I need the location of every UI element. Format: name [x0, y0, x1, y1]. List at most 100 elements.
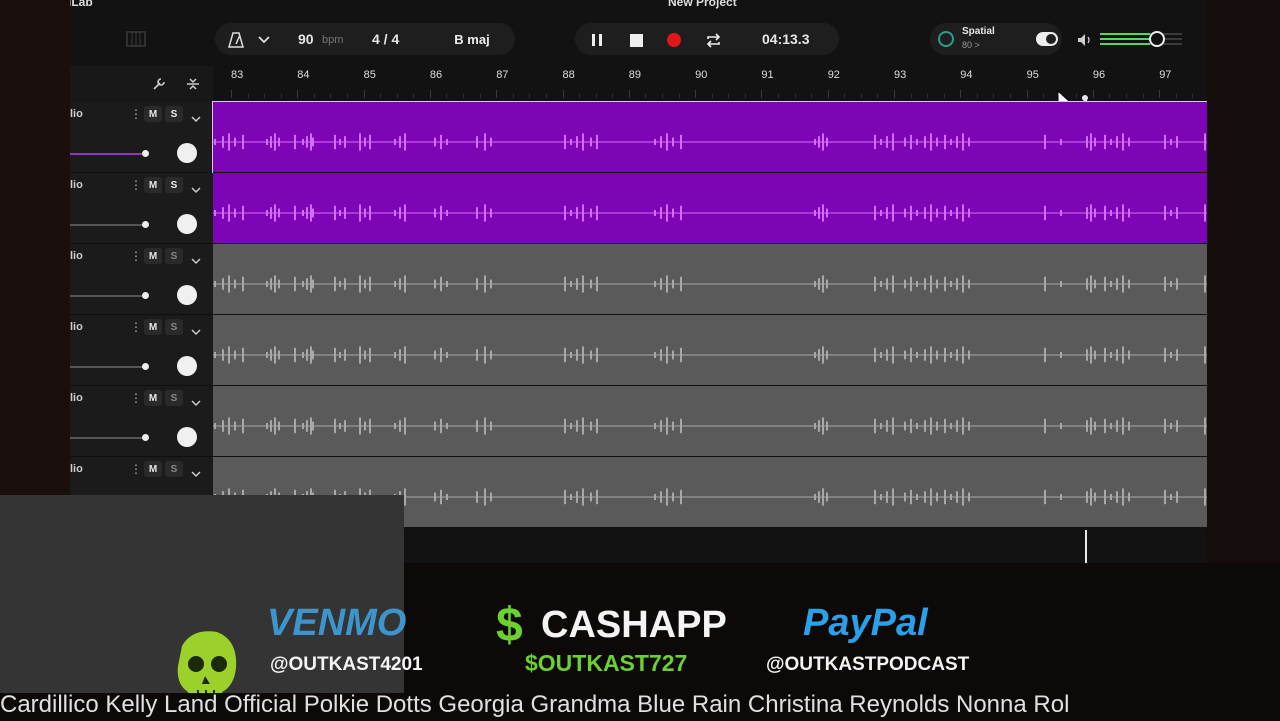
bar-number: 97 — [1159, 69, 1172, 81]
ticker-text: Cardillico Kelly Land Official Polkie Do… — [0, 693, 1070, 718]
mute-button[interactable]: M — [144, 248, 162, 264]
chevron-down-icon[interactable] — [191, 465, 201, 483]
ruler-tick — [794, 94, 796, 98]
time-signature[interactable]: 4 / 4 — [372, 31, 399, 47]
track-name[interactable]: lio — [70, 392, 83, 404]
track-menu-icon[interactable]: ⋮ — [130, 178, 142, 192]
volume-fader[interactable] — [70, 224, 148, 226]
chevron-down-icon[interactable] — [191, 323, 201, 341]
track-name[interactable]: lio — [70, 179, 83, 191]
solo-button[interactable]: S — [165, 106, 183, 122]
playhead-marker[interactable] — [1082, 95, 1088, 101]
ruler-tick — [827, 90, 829, 98]
piano-icon[interactable] — [122, 25, 150, 53]
track-header[interactable]: lio ⋮ M S — [70, 315, 213, 386]
track-header[interactable]: lio ⋮ M S — [70, 244, 213, 315]
collapse-tracks-icon[interactable] — [184, 75, 202, 93]
solo-button[interactable]: S — [165, 248, 183, 264]
mute-button[interactable]: M — [144, 177, 162, 193]
spatial-value: 80 > — [962, 40, 980, 50]
track-menu-icon[interactable]: ⋮ — [130, 391, 142, 405]
loop-icon[interactable] — [702, 29, 724, 51]
ruler-tick — [231, 90, 232, 98]
cashapp-title: CASHAPP — [541, 604, 727, 646]
fader-handle[interactable] — [142, 150, 149, 157]
mute-button[interactable]: M — [144, 461, 162, 477]
key-selector[interactable]: B maj — [429, 23, 515, 55]
mute-button[interactable]: M — [144, 106, 162, 122]
volume-fader[interactable] — [70, 437, 148, 439]
solo-button[interactable]: S — [165, 390, 183, 406]
bar-number: 86 — [429, 69, 443, 81]
pan-knob[interactable] — [177, 427, 197, 447]
mute-button[interactable]: M — [144, 319, 162, 335]
ruler-tick — [297, 90, 299, 98]
ruler-tick — [463, 94, 465, 98]
fader-handle[interactable] — [142, 221, 149, 228]
speaker-icon[interactable] — [1076, 31, 1094, 49]
daw-window: dLab New Project 90 bpm 4 / 4 B maj 04:1… — [70, 0, 1207, 563]
solo-button[interactable]: S — [165, 319, 183, 335]
ruler-tick — [363, 90, 365, 98]
track-header[interactable]: lio ⋮ M S — [70, 386, 213, 457]
stop-button[interactable] — [625, 29, 647, 51]
track-menu-icon[interactable]: ⋮ — [130, 462, 142, 476]
ruler-tick — [579, 94, 581, 98]
wrench-icon[interactable] — [150, 75, 168, 93]
track-name[interactable]: lio — [70, 250, 83, 262]
track-name[interactable]: lio — [70, 108, 83, 120]
ruler-tick — [380, 94, 382, 98]
record-button[interactable] — [663, 29, 685, 51]
audio-clip[interactable] — [213, 173, 1207, 246]
ruler-tick — [496, 90, 498, 98]
metronome-icon[interactable] — [225, 29, 247, 51]
ruler-tick — [280, 94, 282, 98]
audio-clip[interactable] — [213, 244, 1207, 317]
ruler-tick — [313, 94, 315, 98]
volume-fader[interactable] — [70, 153, 148, 155]
track-menu-icon[interactable]: ⋮ — [130, 249, 142, 263]
bar-number: 85 — [363, 69, 376, 81]
project-title: New Project — [668, 0, 737, 9]
fader-handle[interactable] — [142, 434, 149, 441]
chevron-down-icon[interactable] — [191, 394, 201, 412]
volume-fader[interactable] — [70, 366, 148, 368]
tempo-value[interactable]: 90 — [298, 31, 314, 47]
fader-handle[interactable] — [142, 292, 149, 299]
ruler-tick — [562, 90, 564, 98]
track-header[interactable]: lio ⋮ M S — [70, 102, 213, 173]
chevron-down-icon[interactable] — [191, 181, 201, 199]
track-menu-icon[interactable]: ⋮ — [130, 107, 142, 121]
bar-number: 87 — [496, 69, 509, 81]
audio-clip[interactable] — [213, 315, 1207, 388]
ruler-tick — [247, 94, 249, 98]
ruler-tick — [1043, 94, 1045, 98]
volume-slider-handle[interactable] — [1149, 31, 1165, 47]
mute-button[interactable]: M — [144, 390, 162, 406]
pan-knob[interactable] — [177, 143, 197, 163]
bar-number: 88 — [562, 69, 575, 81]
track-menu-icon[interactable]: ⋮ — [130, 320, 142, 334]
audio-clip[interactable] — [213, 386, 1207, 459]
spatial-toggle[interactable] — [1036, 32, 1058, 46]
chevron-down-icon[interactable] — [191, 110, 201, 128]
pan-knob[interactable] — [177, 285, 197, 305]
fader-handle[interactable] — [142, 363, 149, 370]
chevron-down-icon[interactable] — [191, 252, 201, 270]
ruler-tick — [678, 94, 680, 98]
cashapp-handle: $OUTKAST727 — [525, 650, 688, 676]
audio-clip[interactable] — [212, 101, 1207, 176]
solo-button[interactable]: S — [165, 461, 183, 477]
volume-fader[interactable] — [70, 295, 148, 297]
chevron-down-icon[interactable] — [256, 29, 272, 51]
track-name[interactable]: lio — [70, 463, 83, 475]
pan-knob[interactable] — [177, 356, 197, 376]
ruler-tick — [396, 94, 398, 98]
solo-button[interactable]: S — [165, 177, 183, 193]
pause-button[interactable] — [586, 29, 608, 51]
pan-knob[interactable] — [177, 214, 197, 234]
ruler-tick — [479, 94, 481, 98]
track-header[interactable]: lio ⋮ M S — [70, 173, 213, 244]
background-right — [1207, 0, 1280, 580]
track-name[interactable]: lio — [70, 321, 83, 333]
